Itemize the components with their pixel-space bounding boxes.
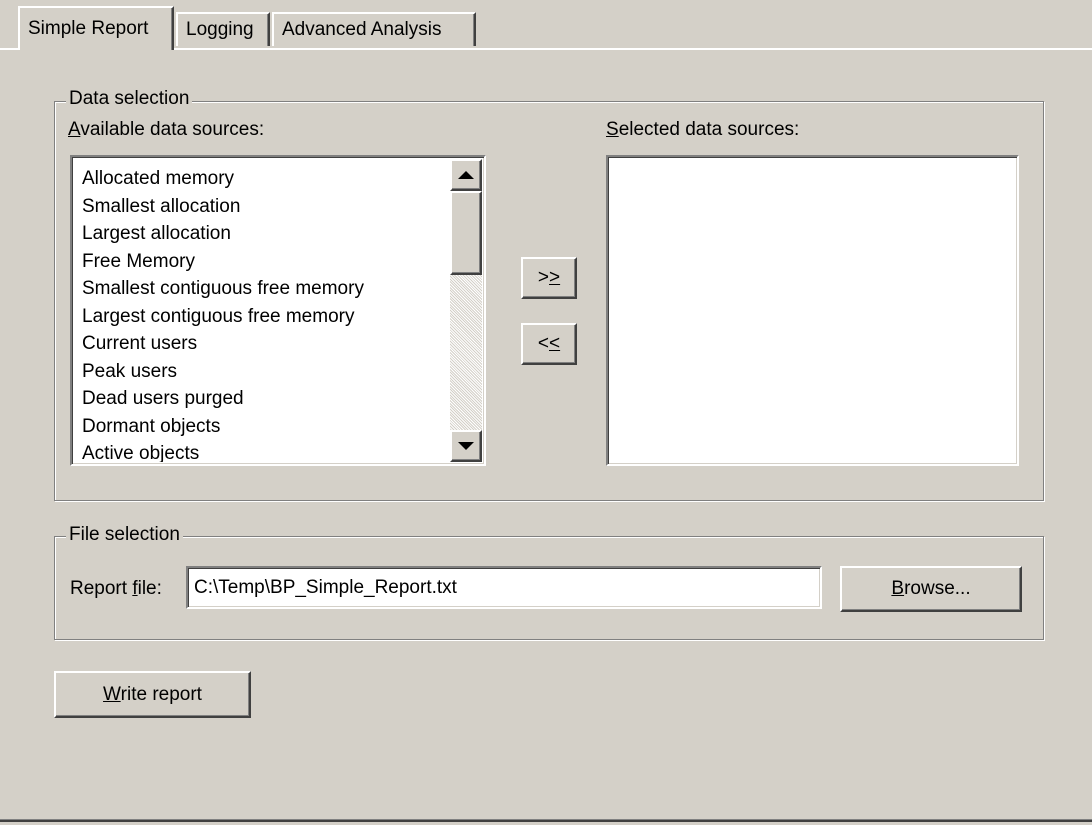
write-report-button[interactable]: Write report xyxy=(54,671,251,718)
add-source-button[interactable]: >> xyxy=(521,257,577,299)
list-item[interactable]: Free Memory xyxy=(82,248,444,276)
list-item[interactable]: Active objects xyxy=(82,440,444,462)
remove-source-button[interactable]: << xyxy=(521,323,577,365)
list-item[interactable]: Dormant objects xyxy=(82,413,444,441)
list-item[interactable]: Allocated memory xyxy=(82,165,444,193)
available-list-scrollbar[interactable] xyxy=(450,159,482,462)
report-file-label: Report file: xyxy=(70,578,162,599)
list-item[interactable]: Smallest allocation xyxy=(82,193,444,221)
scroll-down-button[interactable] xyxy=(450,430,482,462)
list-item[interactable]: Dead users purged xyxy=(82,385,444,413)
scroll-down-arrow-icon xyxy=(458,442,474,450)
tab-logging[interactable]: Logging xyxy=(176,12,270,46)
tab-label: Simple Report xyxy=(28,18,149,39)
list-item[interactable]: Largest contiguous free memory xyxy=(82,303,444,331)
available-sources-list[interactable]: Allocated memory Smallest allocation Large… xyxy=(70,155,486,466)
tab-advanced-analysis[interactable]: Advanced Analysis xyxy=(272,12,476,46)
browse-label: Browse... xyxy=(891,578,971,599)
report-file-value: C:\Temp\BP_Simple_Report.txt xyxy=(194,576,457,598)
scroll-up-arrow-icon xyxy=(458,171,474,179)
list-item[interactable]: Largest allocation xyxy=(82,220,444,248)
write-report-label: Write report xyxy=(103,683,202,705)
report-file-input[interactable]: C:\Temp\BP_Simple_Report.txt xyxy=(186,566,822,609)
data-selection-title: Data selection xyxy=(66,89,193,109)
tab-simple-report[interactable]: Simple Report xyxy=(18,6,174,50)
available-sources-label: Available data sources: xyxy=(68,119,265,140)
available-items-container: Allocated memory Smallest allocation Large… xyxy=(82,165,444,462)
scroll-thumb[interactable] xyxy=(450,191,482,275)
browse-button[interactable]: Browse... xyxy=(840,566,1022,612)
list-item[interactable]: Smallest contiguous free memory xyxy=(82,275,444,303)
selected-sources-label: Selected data sources: xyxy=(606,119,800,140)
tab-label: Logging xyxy=(186,19,254,40)
file-selection-title: File selection xyxy=(66,525,183,545)
scroll-up-button[interactable] xyxy=(450,159,482,191)
remove-source-label: << xyxy=(537,333,561,354)
add-source-label: >> xyxy=(537,267,561,288)
list-item[interactable]: Peak users xyxy=(82,358,444,386)
list-item[interactable]: Current users xyxy=(82,330,444,358)
tab-label: Advanced Analysis xyxy=(282,19,442,40)
selected-sources-list[interactable] xyxy=(606,155,1019,466)
